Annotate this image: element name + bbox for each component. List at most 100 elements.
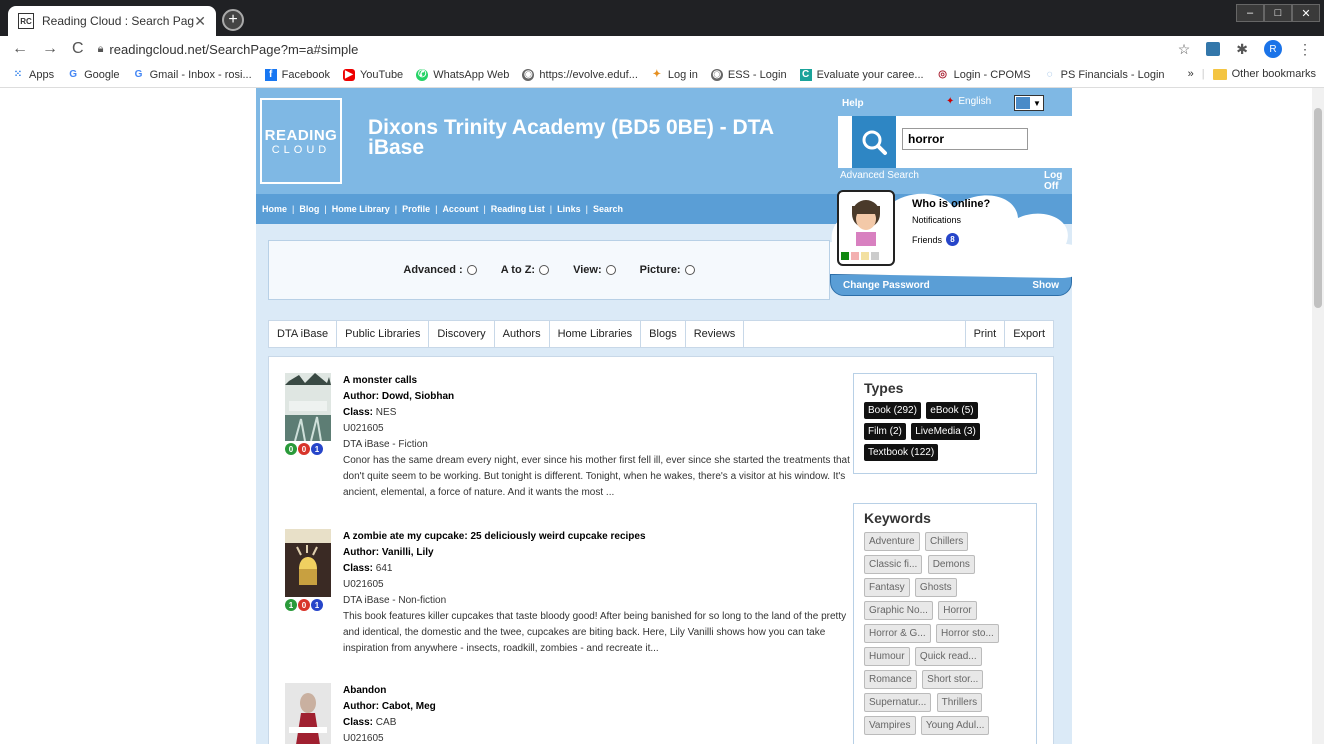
keyword-tag[interactable]: Chillers — [924, 532, 969, 551]
menu-icon[interactable]: ⋮ — [1298, 41, 1312, 58]
bookmark-ess-login[interactable]: ◉ ESS - Login — [710, 68, 787, 81]
item-author[interactable]: Cabot, Meg — [382, 701, 436, 712]
keyword-tag[interactable]: Vampires — [864, 716, 916, 735]
keyword-tag[interactable]: Horror & G... — [864, 624, 931, 643]
bookmark-whatsapp[interactable]: ✆ WhatsApp Web — [416, 68, 509, 81]
keyword-tag[interactable]: Humour — [864, 647, 910, 666]
keyword-tag[interactable]: Graphic No... — [864, 601, 933, 620]
keyword-tag[interactable]: Short stor... — [922, 670, 984, 689]
bookmark-evolve[interactable]: ◉ https://evolve.eduf... — [522, 68, 638, 81]
type-filter-film[interactable]: Film (2) — [864, 423, 906, 440]
search-input[interactable] — [902, 128, 1028, 150]
keyword-tag[interactable]: Demons — [927, 555, 975, 574]
extension-icon[interactable] — [1206, 42, 1221, 56]
nav-blog[interactable]: Blog — [299, 204, 319, 214]
option-view[interactable]: View: — [573, 264, 616, 276]
reload-icon[interactable]: C — [72, 40, 84, 58]
advanced-radio[interactable] — [466, 265, 477, 275]
keyword-tag[interactable]: Ghosts — [914, 578, 957, 597]
option-a-to-z[interactable]: A to Z: — [501, 264, 550, 276]
type-filter-textbook[interactable]: Textbook (122) — [864, 444, 939, 461]
reading-cloud-logo[interactable]: READING CLOUD — [260, 98, 342, 184]
keyword-tag[interactable]: Horror sto... — [936, 624, 999, 643]
keyword-tag[interactable]: Supernatur... — [864, 693, 932, 712]
page-scrollbar[interactable] — [1312, 88, 1324, 744]
url-field[interactable]: readingcloud.net/SearchPage?m=a#simple — [109, 42, 1177, 57]
bookmark-apps[interactable]: ⁙ Apps — [12, 69, 54, 81]
keyword-tag[interactable]: Thrillers — [936, 693, 983, 712]
reading-cloud-page: READING CLOUD Dixons Trinity Academy (BD… — [256, 88, 1088, 744]
close-window-icon[interactable]: ✕ — [1292, 4, 1320, 22]
tab-public-libraries[interactable]: Public Libraries — [337, 321, 430, 347]
back-icon[interactable]: ← — [12, 40, 28, 58]
scrollbar-thumb[interactable] — [1314, 108, 1322, 308]
a-to-z-radio[interactable] — [539, 265, 550, 275]
keyword-tag[interactable]: Quick read... — [914, 647, 982, 666]
more-bookmarks-icon[interactable]: » — [1188, 68, 1194, 80]
bookmark-star-icon[interactable]: ☆ — [1178, 41, 1191, 58]
bookmark-cpoms[interactable]: ◎ Login - CPOMS — [937, 69, 1030, 81]
nav-home-library[interactable]: Home Library — [332, 204, 390, 214]
keyword-tag[interactable]: Adventure — [864, 532, 920, 551]
print-button[interactable]: Print — [964, 321, 1006, 347]
nav-account[interactable]: Account — [442, 204, 478, 214]
browser-tab[interactable]: RC Reading Cloud : Search Page ✕ — [8, 6, 216, 36]
maximize-icon[interactable]: □ — [1264, 4, 1292, 22]
other-bookmarks[interactable]: Other bookmarks — [1232, 68, 1316, 80]
nav-profile[interactable]: Profile — [402, 204, 430, 214]
item-title[interactable]: A zombie ate my cupcake: 25 deliciously … — [343, 529, 853, 545]
view-radio[interactable] — [605, 265, 616, 275]
type-filter-livemedia[interactable]: LiveMedia (3) — [911, 423, 980, 440]
help-link[interactable]: Help — [842, 98, 864, 109]
keyword-tag[interactable]: Fantasy — [864, 578, 910, 597]
theme-color-select[interactable]: ▼ — [1014, 95, 1044, 111]
extensions-puzzle-icon[interactable]: ✱ — [1236, 41, 1248, 58]
notifications-link[interactable]: Notifications — [912, 215, 961, 225]
tab-discovery[interactable]: Discovery — [429, 321, 495, 347]
item-title[interactable]: A monster calls — [343, 373, 853, 389]
keyword-tag[interactable]: Romance — [864, 670, 917, 689]
search-button[interactable] — [852, 116, 896, 168]
tab-blogs[interactable]: Blogs — [641, 321, 686, 347]
who-is-online[interactable]: Who is online? — [912, 198, 990, 210]
advanced-search-link[interactable]: Advanced Search — [840, 170, 919, 181]
export-button[interactable]: Export — [1005, 321, 1053, 347]
book-cover-a-zombie-ate-my-cupcake[interactable] — [285, 529, 331, 597]
tab-dta-ibase[interactable]: DTA iBase — [269, 321, 338, 347]
type-filter-ebook[interactable]: eBook (5) — [926, 402, 978, 419]
nav-search[interactable]: Search — [593, 204, 623, 214]
bookmark-evaluate-career[interactable]: C Evaluate your caree... — [799, 68, 924, 81]
tab-reviews[interactable]: Reviews — [686, 321, 745, 347]
item-author[interactable]: Vanilli, Lily — [382, 547, 434, 558]
bookmark-google[interactable]: G Google — [67, 69, 119, 81]
keyword-tag[interactable]: Horror — [938, 601, 977, 620]
bookmark-youtube[interactable]: ▶ YouTube — [342, 68, 403, 81]
minimize-icon[interactable]: – — [1236, 4, 1264, 22]
tab-authors[interactable]: Authors — [495, 321, 550, 347]
friends-link[interactable]: Friends 8 — [912, 233, 960, 246]
nav-links[interactable]: Links — [557, 204, 581, 214]
bookmark-ps-financials[interactable]: ◌ PS Financials - Login — [1044, 69, 1165, 81]
tab-home-libraries[interactable]: Home Libraries — [550, 321, 642, 347]
picture-radio[interactable] — [684, 265, 695, 275]
forward-icon[interactable]: → — [42, 40, 58, 58]
nav-home[interactable]: Home — [262, 204, 287, 214]
book-cover-abandon[interactable] — [285, 683, 331, 744]
language-selector[interactable]: ✦ English — [946, 96, 991, 107]
option-picture[interactable]: Picture: — [640, 264, 695, 276]
item-title[interactable]: Abandon — [343, 683, 853, 699]
keyword-tag[interactable]: Young Adul... — [920, 716, 990, 735]
option-advanced[interactable]: Advanced : — [403, 264, 477, 276]
close-tab-icon[interactable]: ✕ — [194, 13, 206, 30]
profile-avatar[interactable]: R — [1264, 40, 1282, 58]
book-cover-a-monster-calls[interactable] — [285, 373, 331, 441]
type-filter-book[interactable]: Book (292) — [864, 402, 921, 419]
bookmark-gmail[interactable]: G Gmail - Inbox - rosi... — [133, 69, 252, 81]
bookmark-facebook[interactable]: f Facebook — [264, 68, 330, 81]
item-author[interactable]: Dowd, Siobhan — [382, 391, 454, 402]
keyword-tag[interactable]: Classic fi... — [864, 555, 923, 574]
bookmark-log-in[interactable]: ✦ Log in — [651, 69, 698, 81]
nav-reading-list[interactable]: Reading List — [491, 204, 545, 214]
new-tab-button[interactable]: + — [222, 9, 244, 31]
avatar[interactable] — [837, 190, 895, 266]
